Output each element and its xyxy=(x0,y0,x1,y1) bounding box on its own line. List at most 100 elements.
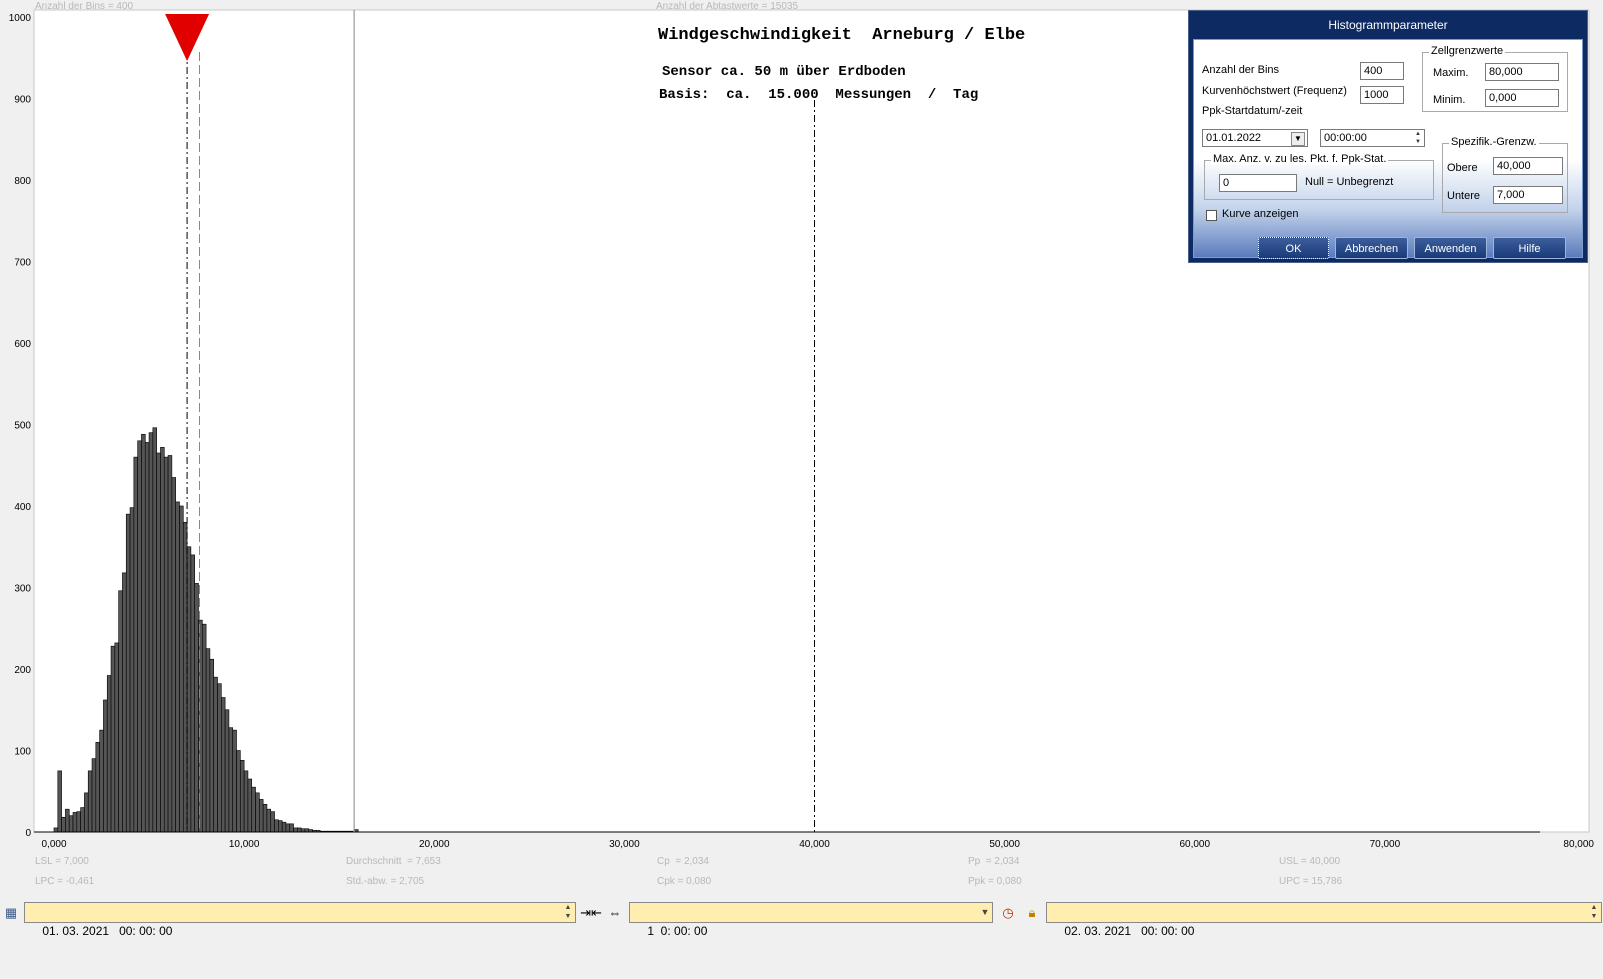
start-datetime-value: 01. 03. 2021 00: 00: 00 xyxy=(42,924,173,938)
x-tick-label: 40,000 xyxy=(799,839,830,850)
start-date-select[interactable]: 01.01.2022 ▼ xyxy=(1202,129,1308,147)
start-time-value: 00:00:00 xyxy=(1324,132,1367,144)
samples-info-text: Anzahl der Abtastwerte = 15035 xyxy=(656,1,798,12)
dialog-body: Anzahl der Bins 400 Kurvenhöchstwert (Fr… xyxy=(1193,39,1583,259)
histogram-bar xyxy=(182,521,188,833)
histogram-bar xyxy=(175,501,180,833)
max-points-group: Max. Anz. v. zu les. Pkt. f. Ppk-Stat. 0… xyxy=(1204,153,1434,200)
end-datetime-value: 02. 03. 2021 00: 00: 00 xyxy=(1064,924,1195,938)
histogram-bar xyxy=(274,819,279,833)
histogram-bar xyxy=(243,770,249,833)
histogram-bar xyxy=(133,456,138,833)
bins-input[interactable]: 400 xyxy=(1360,62,1404,80)
stat-upc: UPC = 15,786 xyxy=(1279,876,1343,887)
end-datetime-field[interactable]: 02. 03. 2021 00: 00: 00 ▲ ▼ xyxy=(1046,902,1602,938)
chart-subtitle-basis: Basis: ca. 15.000 Messungen / Tag xyxy=(659,87,978,103)
histogram-bar xyxy=(236,750,241,833)
min-label: Minim. xyxy=(1433,94,1466,106)
spec-limits-group: Spezifik.-Grenzw. Obere 40,000 Untere 7,… xyxy=(1442,136,1568,213)
help-button[interactable]: Hilfe xyxy=(1493,237,1566,259)
max-label: Maxim. xyxy=(1433,67,1469,79)
spec-limits-title: Spezifik.-Grenzw. xyxy=(1449,136,1539,148)
histogram-bar xyxy=(129,507,135,833)
interval-dropdown-icon[interactable]: ▼ xyxy=(978,903,992,922)
histogram-bar xyxy=(76,811,81,833)
histogram-bar xyxy=(118,590,123,833)
max-points-title: Max. Anz. v. zu les. Pkt. f. Ppk-Stat. xyxy=(1211,153,1389,165)
shrink-arrows-icon[interactable]: ⇥⇤ xyxy=(580,904,602,921)
histogram-bar xyxy=(228,727,234,833)
time-spin-icon[interactable]: ▲ ▼ xyxy=(1412,130,1424,146)
interval-select[interactable]: 1 0: 00: 00 ▼ xyxy=(629,902,993,938)
max-points-input[interactable]: 0 xyxy=(1219,174,1297,192)
histogram-bar xyxy=(65,808,70,833)
curve-max-input[interactable]: 1000 xyxy=(1360,86,1404,104)
end-spin-icon[interactable]: ▲ ▼ xyxy=(1587,903,1601,922)
interval-value: 1 0: 00: 00 xyxy=(647,924,708,938)
upper-label: Obere xyxy=(1447,162,1478,174)
histogram-bar xyxy=(202,623,207,833)
y-tick-label: 700 xyxy=(14,258,31,269)
histogram-bar xyxy=(53,827,59,833)
y-tick-label: 200 xyxy=(14,665,31,676)
histogram-bar xyxy=(224,709,230,833)
histogram-bar xyxy=(217,683,222,833)
ok-button[interactable]: OK xyxy=(1258,237,1329,259)
y-tick-label: 0 xyxy=(25,828,31,839)
x-tick-label: 30,000 xyxy=(609,839,640,850)
histogram-bar xyxy=(209,658,214,833)
histogram-bar xyxy=(122,572,127,833)
histogram-bar xyxy=(194,583,199,833)
histogram-bar xyxy=(232,729,237,833)
chart-subtitle-sensor: Sensor ca. 50 m über Erdboden xyxy=(662,64,906,80)
histogram-bar xyxy=(240,759,245,833)
x-tick-label: 70,000 xyxy=(1370,839,1401,850)
lower-input[interactable]: 7,000 xyxy=(1493,186,1563,204)
histogram-bar xyxy=(137,440,142,833)
start-spin-icon[interactable]: ▲ ▼ xyxy=(561,903,575,922)
histogram-bar xyxy=(72,812,78,833)
histogram-parameter-dialog[interactable]: Histogrammparameter Anzahl der Bins 400 … xyxy=(1188,10,1588,263)
histogram-bar xyxy=(190,554,195,833)
start-datetime-field[interactable]: 01. 03. 2021 00: 00: 00 ▲ ▼ xyxy=(24,902,576,938)
ppk-start-label: Ppk-Startdatum/-zeit xyxy=(1202,105,1303,117)
histogram-bar xyxy=(167,455,173,833)
histogram-bar xyxy=(144,442,150,833)
histogram-bar xyxy=(80,807,85,833)
histogram-bar xyxy=(87,770,93,833)
time-range-bar: ▦ 01. 03. 2021 00: 00: 00 ▲ ▼ ⇥⇤ ⇔ 1 0: 0… xyxy=(0,900,1603,938)
stat-std: Std.-abw. = 2,705 xyxy=(346,876,425,887)
y-tick-label: 100 xyxy=(14,747,31,758)
upper-input[interactable]: 40,000 xyxy=(1493,157,1563,175)
start-time-input[interactable]: 00:00:00 ▲ ▼ xyxy=(1320,129,1425,147)
curve-max-label: Kurvenhöchstwert (Frequenz) xyxy=(1202,85,1347,97)
calendar-icon[interactable]: ▦ xyxy=(2,904,20,921)
dialog-title[interactable]: Histogrammparameter xyxy=(1189,11,1587,39)
cell-limits-title: Zellgrenzwerte xyxy=(1429,45,1506,57)
y-tick-label: 300 xyxy=(14,584,31,595)
stat-lsl: LSL = 7,000 xyxy=(35,856,89,867)
cancel-button[interactable]: Abbrechen xyxy=(1335,237,1408,259)
show-curve-label[interactable]: Kurve anzeigen xyxy=(1222,208,1298,220)
x-tick-label: 50,000 xyxy=(989,839,1020,850)
x-tick-label: 0,000 xyxy=(41,839,66,850)
expand-arrows-icon[interactable]: ⇔ xyxy=(604,904,626,921)
apply-button[interactable]: Anwenden xyxy=(1414,237,1487,259)
histogram-bar xyxy=(270,811,275,833)
histogram-bar xyxy=(171,477,176,833)
histogram-bar xyxy=(156,452,161,833)
lock-icon[interactable]: 🔒︎ xyxy=(1023,904,1041,921)
max-points-hint: Null = Unbegrenzt xyxy=(1305,176,1394,188)
x-tick-label: 10,000 xyxy=(229,839,260,850)
histogram-bar xyxy=(281,821,287,833)
histogram-bar xyxy=(148,432,154,833)
max-input[interactable]: 80,000 xyxy=(1485,63,1559,81)
chevron-down-icon[interactable]: ▼ xyxy=(1291,132,1305,146)
histogram-bar xyxy=(205,648,211,833)
min-input[interactable]: 0,000 xyxy=(1485,89,1559,107)
stat-usl: USL = 40,000 xyxy=(1279,856,1341,867)
histogram-bar xyxy=(103,699,108,833)
show-curve-checkbox[interactable] xyxy=(1206,210,1217,221)
histogram-bar xyxy=(91,758,97,833)
clock-icon[interactable]: ◷ xyxy=(998,904,1018,921)
